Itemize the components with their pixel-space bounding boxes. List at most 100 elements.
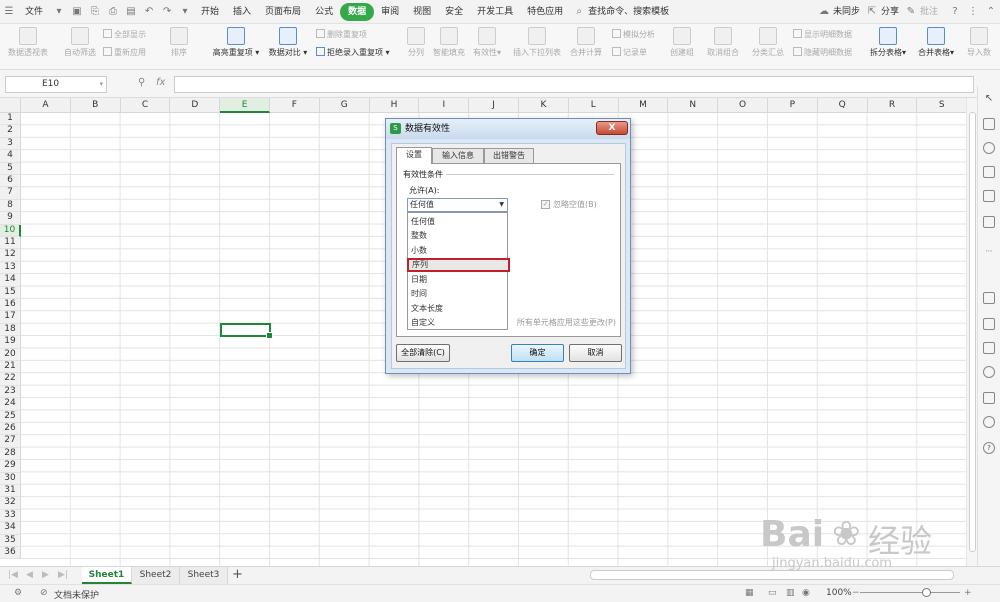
comment-button[interactable]: 批注 — [920, 3, 946, 21]
zoom-slider-knob[interactable] — [922, 588, 931, 597]
column-header[interactable]: Q — [817, 98, 868, 113]
row-header[interactable]: 21 — [0, 361, 21, 374]
row-header[interactable]: 15 — [0, 286, 21, 299]
tab-home[interactable]: 开始 — [194, 3, 226, 21]
ok-button[interactable]: 确定 — [511, 344, 564, 362]
column-header[interactable]: B — [70, 98, 121, 113]
undo-icon[interactable]: ↶ — [143, 6, 155, 18]
first-sheet-icon[interactable]: |◀ — [8, 570, 18, 580]
option-time[interactable]: 时间 — [408, 287, 507, 301]
settings-icon[interactable]: ⚙ — [14, 588, 22, 598]
tab-input-message[interactable]: 输入信息 — [432, 148, 484, 163]
chevron-down-icon[interactable]: ▾ — [99, 77, 103, 92]
row-header[interactable]: 33 — [0, 509, 21, 523]
column-header[interactable]: H — [369, 98, 420, 113]
row-header[interactable]: 29 — [0, 460, 21, 473]
column-header[interactable]: C — [120, 98, 171, 113]
remove-duplicates-button[interactable]: 删除重复项 — [316, 29, 367, 41]
print-icon[interactable]: ⎙ — [107, 6, 119, 18]
sort-button[interactable]: 排序 — [160, 27, 198, 67]
reapply-button[interactable]: 重新应用 — [103, 47, 146, 59]
row-header[interactable]: 6 — [0, 175, 21, 188]
column-header[interactable]: L — [568, 98, 619, 113]
tab-insert[interactable]: 插入 — [226, 3, 258, 21]
row-header[interactable]: 18 — [0, 323, 21, 337]
subtotal-button[interactable]: 分类汇总 — [750, 27, 786, 67]
record-form-button[interactable]: 记录单 — [612, 47, 647, 59]
row-header[interactable]: 19 — [0, 336, 21, 349]
row-header[interactable]: 36 — [0, 547, 21, 560]
grid-icon[interactable] — [983, 190, 995, 202]
help-icon[interactable]: ? — [949, 6, 961, 18]
tab-review[interactable]: 审阅 — [374, 3, 406, 21]
column-header[interactable]: S — [917, 98, 966, 113]
chevron-down-icon[interactable]: ▼ — [499, 199, 504, 211]
backup-icon[interactable] — [983, 366, 995, 378]
command-search[interactable]: 查找命令、搜索模板 — [588, 3, 676, 21]
tab-error-alert[interactable]: 出错警告 — [484, 148, 534, 163]
zoom-in-icon[interactable]: + — [964, 588, 972, 598]
select-all-corner[interactable] — [0, 98, 21, 113]
row-header[interactable]: 25 — [0, 410, 21, 423]
table-icon[interactable] — [983, 166, 995, 178]
tab-page-layout[interactable]: 页面布局 — [258, 3, 308, 21]
create-group-button[interactable]: 创建组 — [668, 27, 696, 67]
prev-sheet-icon[interactable]: ◀ — [26, 570, 33, 580]
ignore-blank-checkbox[interactable]: ✓ — [541, 200, 550, 209]
sheet-tab-sheet1[interactable]: Sheet1 — [82, 567, 132, 584]
last-sheet-icon[interactable]: ▶| — [58, 570, 68, 580]
tab-security[interactable]: 安全 — [438, 3, 470, 21]
more-icon[interactable]: ⋮ — [967, 6, 979, 18]
row-header[interactable]: 24 — [0, 398, 21, 411]
view-normal-icon[interactable]: ▦ — [745, 588, 754, 598]
smart-fill-button[interactable]: 智能填充 — [432, 27, 466, 67]
tab-developer[interactable]: 开发工具 — [470, 3, 520, 21]
fx-icon[interactable]: fx — [156, 77, 165, 88]
column-header[interactable]: P — [768, 98, 818, 113]
row-header[interactable]: 12 — [0, 249, 21, 262]
option-text-length[interactable]: 文本长度 — [408, 302, 507, 316]
row-header[interactable]: 1 — [0, 113, 21, 126]
row-header[interactable]: 11 — [0, 237, 21, 250]
simulate-analysis-button[interactable]: 模拟分析 — [612, 29, 655, 41]
share-icon[interactable] — [983, 318, 995, 330]
view-break-icon[interactable]: ▥ — [786, 588, 795, 598]
column-header[interactable]: R — [867, 98, 918, 113]
row-header[interactable]: 23 — [0, 385, 21, 399]
chart-icon[interactable] — [983, 216, 995, 228]
option-sequence[interactable]: 序列 — [407, 258, 510, 272]
option-custom[interactable]: 自定义 — [408, 316, 507, 330]
option-decimal[interactable]: 小数 — [408, 244, 507, 258]
pivot-table-button[interactable]: 数据透视表 — [6, 27, 50, 67]
reject-duplicates-button[interactable]: 拒绝录入重复项 ▾ — [316, 47, 390, 59]
row-header[interactable]: 30 — [0, 472, 21, 485]
option-date[interactable]: 日期 — [408, 273, 507, 287]
more-icon[interactable]: ⋯ — [983, 246, 995, 258]
row-header[interactable]: 32 — [0, 497, 21, 510]
show-detail-button[interactable]: 显示明细数据 — [793, 29, 852, 41]
export-icon[interactable]: ⎘ — [89, 6, 101, 18]
row-header[interactable]: 7 — [0, 187, 21, 200]
zoom-formula-icon[interactable]: ⚲ — [138, 77, 145, 88]
row-header[interactable]: 4 — [0, 150, 21, 163]
next-sheet-icon[interactable]: ▶ — [42, 570, 49, 580]
row-header[interactable]: 35 — [0, 534, 21, 547]
view-page-icon[interactable]: ▭ — [768, 588, 777, 598]
row-header[interactable]: 34 — [0, 522, 21, 535]
clear-all-button[interactable]: 全部清除(C) — [396, 344, 450, 362]
insert-dropdown-button[interactable]: 插入下拉列表 — [510, 27, 564, 67]
formula-input[interactable] — [174, 76, 974, 93]
sync-status[interactable]: 未同步 — [833, 3, 863, 21]
row-header[interactable]: 9 — [0, 212, 21, 225]
autofilter-button[interactable]: 自动筛选 — [62, 27, 98, 67]
validity-button[interactable]: 有效性▾ — [470, 27, 504, 67]
row-header[interactable]: 17 — [0, 311, 21, 324]
option-any-value[interactable]: 任何值 — [408, 215, 507, 229]
copy-icon[interactable] — [983, 292, 995, 304]
tab-view[interactable]: 视图 — [406, 3, 438, 21]
tab-formula[interactable]: 公式 — [308, 3, 340, 21]
tab-data[interactable]: 数据 — [340, 2, 375, 21]
split-column-button[interactable]: 分列 — [405, 27, 427, 67]
row-header[interactable]: 5 — [0, 162, 21, 175]
row-header[interactable]: 3 — [0, 137, 21, 151]
